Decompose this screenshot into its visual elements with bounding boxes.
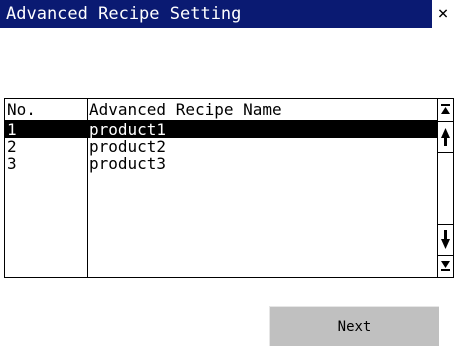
list-item[interactable]: 3 product3: [5, 155, 437, 172]
vertical-scrollbar[interactable]: [438, 98, 454, 278]
next-button-label: Next: [337, 319, 372, 335]
scrollbar-separator: [438, 152, 453, 153]
scroll-to-top-icon: [441, 104, 450, 114]
scroll-down-icon: [441, 230, 450, 249]
row-recipe-name: product2: [89, 137, 167, 156]
list-rows: 1 product1 2 product2 3 product3: [5, 121, 437, 172]
close-icon: ×: [437, 3, 449, 24]
scroll-up-icon: [441, 128, 450, 146]
scroll-up-button[interactable]: [438, 122, 453, 152]
title-bar: Advanced Recipe Setting ×: [0, 0, 454, 28]
column-header-no: No.: [7, 100, 36, 119]
list-header: No. Advanced Recipe Name: [5, 99, 437, 121]
row-number: 1: [7, 120, 17, 139]
row-recipe-name: product1: [89, 120, 167, 139]
close-button[interactable]: ×: [432, 0, 454, 28]
recipe-list: No. Advanced Recipe Name 1 product1 2 pr…: [4, 98, 438, 278]
list-item[interactable]: 2 product2: [5, 138, 437, 155]
advanced-recipe-setting-window: Advanced Recipe Setting × No. Advanced R…: [0, 0, 454, 346]
list-item[interactable]: 1 product1: [5, 121, 437, 138]
scroll-to-bottom-icon: [441, 261, 450, 271]
window-title: Advanced Recipe Setting: [6, 4, 242, 24]
scroll-to-bottom-button[interactable]: [438, 256, 453, 277]
row-recipe-name: product3: [89, 154, 167, 173]
row-number: 3: [7, 154, 17, 173]
row-number: 2: [7, 137, 17, 156]
next-button[interactable]: Next: [269, 306, 439, 346]
column-header-name: Advanced Recipe Name: [89, 100, 282, 119]
scroll-to-top-button[interactable]: [438, 99, 453, 121]
scroll-down-button[interactable]: [438, 225, 453, 255]
